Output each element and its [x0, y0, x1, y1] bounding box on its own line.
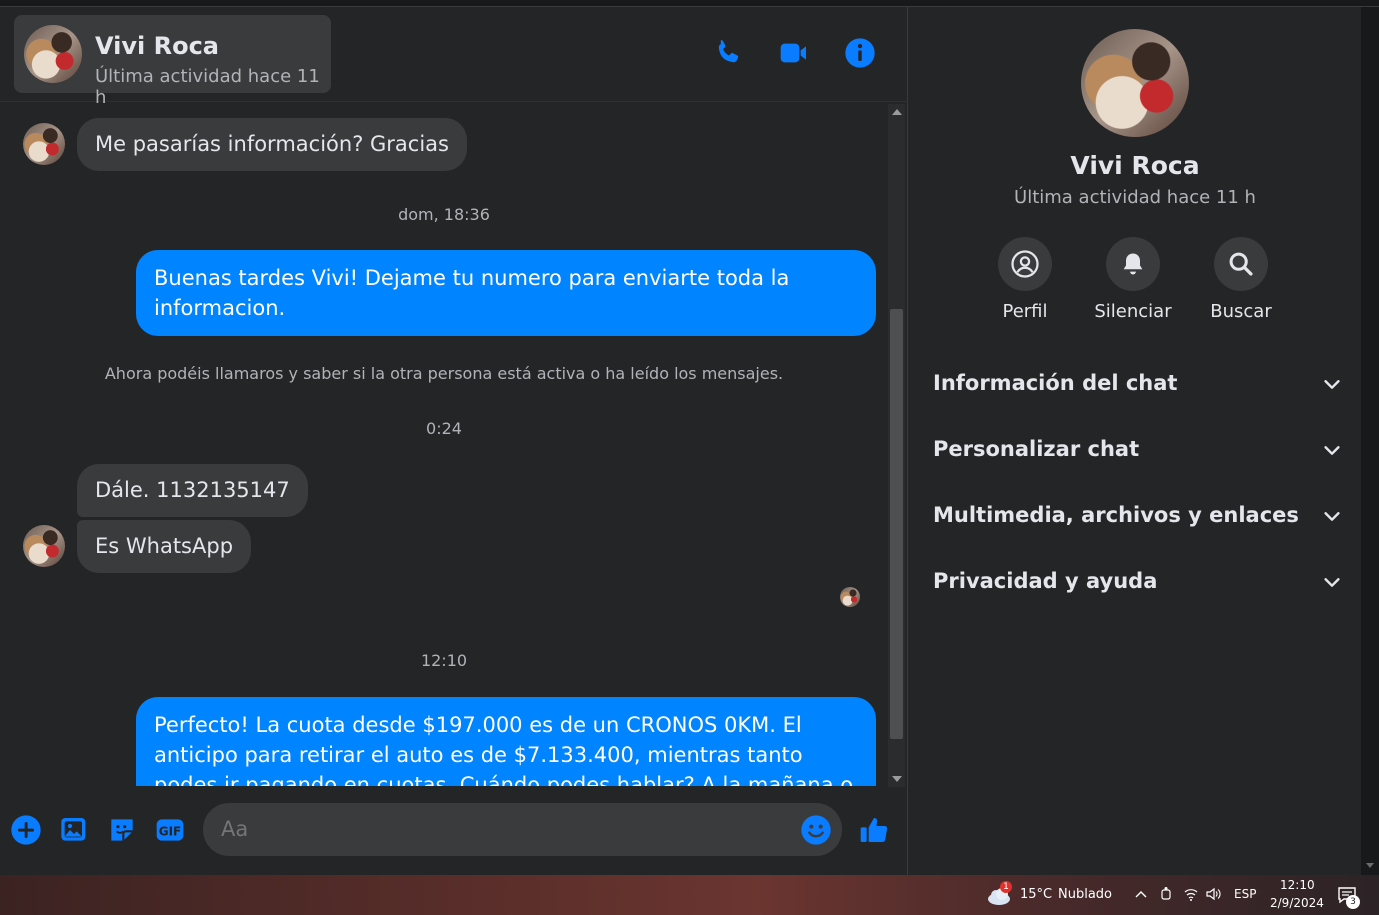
sticker-icon[interactable]	[106, 814, 138, 846]
message-incoming[interactable]: Es WhatsApp	[77, 520, 252, 573]
section-label: Multimedia, archivos y enlaces	[933, 503, 1299, 527]
profile-icon	[1011, 250, 1039, 278]
mute-label: Silenciar	[1094, 301, 1172, 322]
wifi-icon[interactable]	[1183, 886, 1199, 902]
section-label: Personalizar chat	[933, 437, 1140, 461]
search-label: Buscar	[1210, 301, 1272, 322]
sender-avatar	[23, 123, 65, 165]
plus-icon[interactable]	[10, 814, 42, 846]
chat-pane: Vivi Roca Última actividad hace 11 h Me …	[0, 7, 908, 875]
notification-count: 3	[1346, 895, 1360, 909]
search-icon	[1229, 252, 1253, 276]
seen-indicator-avatar	[840, 587, 860, 607]
timestamp: 0:24	[426, 419, 462, 438]
sender-avatar	[23, 525, 65, 567]
bell-icon	[1123, 253, 1143, 275]
section-chat-info[interactable]: Información del chat	[933, 359, 1343, 409]
contact-name: Vivi Roca	[95, 32, 219, 60]
page-scrollbar[interactable]	[1361, 7, 1379, 875]
weather-temp[interactable]: 15°C	[1020, 887, 1052, 902]
weather-desc[interactable]: Nublado	[1058, 887, 1112, 902]
phone-icon[interactable]	[712, 37, 744, 69]
system-notice: Ahora podéis llamaros y saber si la otra…	[104, 364, 784, 383]
profile-button[interactable]: Perfil	[970, 237, 1080, 322]
message-list[interactable]: Me pasarías información? Gracias dom, 18…	[0, 102, 888, 786]
like-icon[interactable]	[858, 814, 890, 846]
timestamp: dom, 18:36	[398, 205, 490, 224]
clock-date[interactable]: 2/9/2024	[1270, 896, 1324, 910]
volume-icon[interactable]	[1205, 886, 1221, 902]
message-input[interactable]	[221, 817, 781, 841]
message-outgoing[interactable]: Buenas tardes Vivi! Dejame tu numero par…	[136, 250, 876, 336]
message-input-box[interactable]	[203, 803, 842, 856]
chevron-down-icon	[1324, 578, 1340, 587]
message-incoming[interactable]: Me pasarías información? Gracias	[77, 118, 467, 171]
chevron-up-icon[interactable]	[1134, 888, 1148, 900]
chat-scrollbar[interactable]	[888, 104, 905, 787]
section-label: Información del chat	[933, 371, 1178, 395]
messenger-window: Vivi Roca Última actividad hace 11 h Me …	[0, 0, 1379, 875]
timestamp: 12:10	[420, 651, 468, 670]
message-incoming[interactable]: Dále. 1132135147	[77, 464, 308, 517]
info-icon[interactable]	[844, 37, 876, 69]
scroll-thumb[interactable]	[890, 309, 903, 739]
page-scroll-down-icon[interactable]	[1366, 863, 1374, 868]
info-status: Última actividad hace 11 h	[1014, 187, 1256, 208]
language-indicator[interactable]: ESP	[1234, 887, 1256, 901]
info-name: Vivi Roca	[1070, 151, 1200, 180]
search-button[interactable]: Buscar	[1186, 237, 1296, 322]
section-media-files[interactable]: Multimedia, archivos y enlaces	[933, 491, 1343, 541]
contact-header-button[interactable]: Vivi Roca Última actividad hace 11 h	[14, 15, 331, 108]
meet-now-icon[interactable]	[1159, 886, 1173, 902]
window-top-edge	[0, 0, 1379, 7]
chevron-down-icon	[1324, 380, 1340, 389]
chevron-down-icon	[1324, 446, 1340, 455]
section-privacy-help[interactable]: Privacidad y ayuda	[933, 557, 1343, 607]
scroll-down-arrow-icon[interactable]	[892, 776, 902, 782]
contact-avatar	[24, 25, 82, 83]
chevron-down-icon	[1324, 512, 1340, 521]
scroll-up-arrow-icon[interactable]	[892, 109, 902, 115]
section-customize-chat[interactable]: Personalizar chat	[933, 425, 1343, 475]
weather-badge: 1	[1000, 881, 1012, 893]
image-icon[interactable]	[58, 814, 90, 846]
gif-label: GIF	[159, 824, 182, 838]
message-composer: GIF	[0, 786, 907, 875]
info-avatar	[1081, 29, 1189, 137]
gif-icon[interactable]: GIF	[154, 814, 186, 846]
emoji-icon[interactable]	[800, 814, 832, 846]
windows-taskbar: 1 15°C Nublado ESP 12:10 2/9/2024 3	[0, 875, 1379, 915]
mute-button[interactable]: Silenciar	[1078, 237, 1188, 322]
profile-label: Perfil	[1002, 301, 1048, 322]
conversation-info-panel: Vivi Roca Última actividad hace 11 h Per…	[909, 7, 1361, 875]
message-outgoing[interactable]: Perfecto! La cuota desde $197.000 es de …	[136, 697, 876, 786]
section-label: Privacidad y ayuda	[933, 569, 1158, 593]
clock-time[interactable]: 12:10	[1280, 878, 1315, 892]
video-camera-icon[interactable]	[778, 37, 810, 69]
chat-header: Vivi Roca Última actividad hace 11 h	[0, 7, 908, 108]
